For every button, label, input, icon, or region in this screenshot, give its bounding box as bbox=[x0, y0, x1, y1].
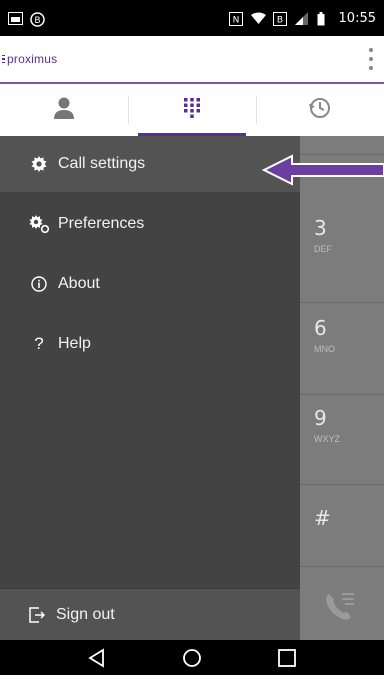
sign-out-button[interactable]: Sign out bbox=[0, 588, 300, 640]
question-icon: ? bbox=[34, 334, 44, 353]
navigation-drawer: Call settings Preferences About ? Help S… bbox=[0, 136, 300, 640]
dial-key-9[interactable]: 9 WXYZ bbox=[314, 406, 340, 444]
sign-out-icon bbox=[26, 604, 48, 626]
tab-divider bbox=[128, 96, 129, 124]
divider bbox=[300, 484, 384, 485]
home-icon[interactable] bbox=[180, 646, 204, 670]
divider bbox=[300, 394, 384, 395]
overflow-menu-icon[interactable] bbox=[368, 48, 374, 70]
nfc-icon: N bbox=[228, 11, 244, 26]
drawer-item-about[interactable]: About bbox=[0, 256, 300, 312]
data-icon: B bbox=[272, 11, 288, 26]
wifi-icon bbox=[250, 12, 266, 25]
dial-key-digit: 3 bbox=[314, 216, 327, 240]
dial-key-letters: WXYZ bbox=[314, 434, 340, 444]
signal-icon bbox=[294, 11, 310, 25]
dial-key-digit: # bbox=[314, 506, 331, 530]
dial-key-hash[interactable]: # bbox=[314, 506, 331, 530]
logo-bars-icon bbox=[2, 54, 5, 64]
divider bbox=[300, 566, 384, 567]
drawer-item-preferences[interactable]: Preferences bbox=[0, 196, 300, 252]
divider bbox=[300, 302, 384, 303]
drawer-item-label: Call settings bbox=[58, 155, 146, 172]
history-icon bbox=[308, 96, 332, 125]
gear-icon bbox=[28, 153, 50, 175]
tab-divider bbox=[256, 96, 257, 124]
back-icon[interactable] bbox=[85, 646, 109, 670]
svg-text:N: N bbox=[232, 15, 239, 25]
drawer-item-label: Help bbox=[58, 335, 91, 352]
info-icon bbox=[28, 273, 50, 295]
dial-key-letters: DEF bbox=[314, 244, 332, 254]
tab-history[interactable] bbox=[256, 84, 384, 136]
tab-dialpad[interactable] bbox=[128, 84, 256, 136]
battery-icon bbox=[317, 11, 332, 25]
recents-icon[interactable] bbox=[275, 646, 299, 670]
dial-key-digit: 6 bbox=[314, 316, 327, 340]
drawer-item-label: About bbox=[58, 275, 100, 292]
image-icon bbox=[8, 11, 23, 25]
brand-logo: proximus bbox=[2, 52, 57, 66]
dial-key-6[interactable]: 6 MNO bbox=[314, 316, 335, 354]
tab-bar bbox=[0, 84, 384, 136]
svg-text:B: B bbox=[276, 15, 282, 25]
person-icon bbox=[53, 96, 75, 125]
phone-icon bbox=[326, 593, 354, 620]
notification-icon: B bbox=[30, 11, 45, 27]
dial-key-3[interactable]: 3 DEF bbox=[314, 216, 332, 254]
sign-out-label: Sign out bbox=[56, 605, 115, 623]
svg-text:B: B bbox=[34, 16, 40, 26]
system-nav-bar bbox=[0, 640, 384, 675]
tab-contacts[interactable] bbox=[0, 84, 128, 136]
status-bar: B N B 10:55 bbox=[0, 0, 384, 36]
drawer-item-call-settings[interactable]: Call settings bbox=[0, 136, 300, 192]
call-button[interactable] bbox=[320, 586, 360, 626]
logo-text: proximus bbox=[7, 52, 58, 66]
dial-key-digit: 9 bbox=[314, 406, 327, 430]
drawer-item-help[interactable]: ? Help bbox=[0, 316, 300, 372]
dial-key-letters: MNO bbox=[314, 344, 335, 354]
annotation-arrow-icon bbox=[262, 154, 384, 186]
preferences-gears-icon bbox=[28, 213, 50, 235]
dialpad-icon bbox=[184, 97, 200, 123]
app-header: proximus bbox=[0, 36, 384, 84]
drawer-item-label: Preferences bbox=[58, 215, 145, 232]
clock: 10:55 bbox=[338, 10, 376, 26]
dialpad-panel: 3 DEF 6 MNO 9 WXYZ # bbox=[300, 136, 384, 640]
